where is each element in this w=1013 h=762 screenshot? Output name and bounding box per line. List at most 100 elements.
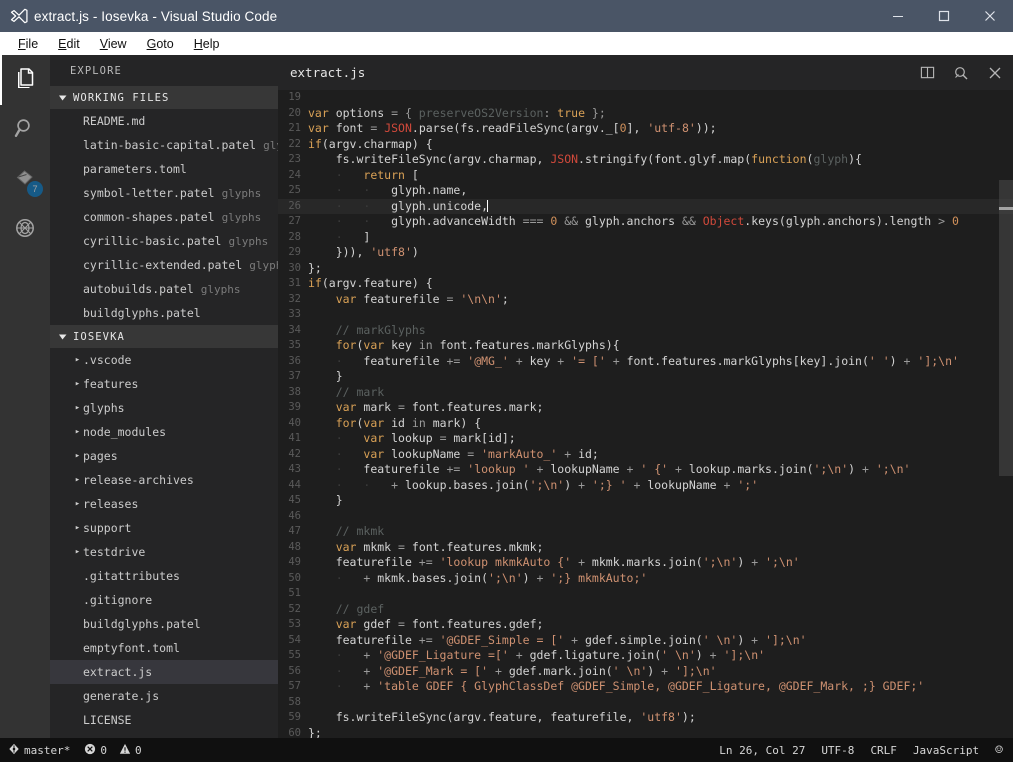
code-line[interactable]: 27 · · glyph.advanceWidth === 0 && glyph…	[278, 214, 1013, 230]
code-line[interactable]: 60};	[278, 726, 1013, 739]
menu-item-file[interactable]: File	[8, 35, 48, 53]
sidebar-item-testdrive[interactable]: ▸testdrive	[50, 540, 278, 564]
status-branch[interactable]: master*	[8, 743, 70, 758]
code-line[interactable]: 23 fs.writeFileSync(argv.charmap, JSON.s…	[278, 152, 1013, 168]
menu-item-edit[interactable]: Edit	[48, 35, 90, 53]
editor-vertical-scrollbar[interactable]	[999, 180, 1013, 476]
token-pln: featurefile	[363, 462, 446, 476]
code-line[interactable]: 43 · featurefile += 'lookup ' + lookupNa…	[278, 462, 1013, 478]
sidebar-item-buildglyphs-patel[interactable]: buildglyphs.patel	[50, 301, 278, 325]
sidebar-item-vscode[interactable]: ▸.vscode	[50, 348, 278, 372]
code-line[interactable]: 59 fs.writeFileSync(argv.feature, featur…	[278, 710, 1013, 726]
code-line[interactable]: 37 }	[278, 369, 1013, 385]
code-line[interactable]: 33	[278, 307, 1013, 323]
toggle-preview-icon[interactable]	[951, 63, 971, 83]
code-line[interactable]: 20var options = { preserveOS2Version: tr…	[278, 106, 1013, 122]
code-line[interactable]: 39 var mark = font.features.mark;	[278, 400, 1013, 416]
sidebar-item-cyrillic-basic-patel[interactable]: cyrillic-basic.patelglyphs	[50, 229, 278, 253]
sidebar-item-latin-basic-capital-patel[interactable]: latin-basic-capital.patelglyphs	[50, 133, 278, 157]
code-line[interactable]: 56 · + '@GDEF_Mark = [' + gdef.mark.join…	[278, 664, 1013, 680]
close-button[interactable]	[967, 0, 1013, 32]
sidebar-item-glyphs[interactable]: ▸glyphs	[50, 396, 278, 420]
code-line[interactable]: 22if(argv.charmap) {	[278, 137, 1013, 153]
status-cursor-position[interactable]: Ln 26, Col 27	[719, 744, 805, 757]
code-line[interactable]: 54 featurefile += '@GDEF_Simple = [' + g…	[278, 633, 1013, 649]
code-line[interactable]: 48 var mkmk = font.features.mkmk;	[278, 540, 1013, 556]
code-line[interactable]: 34 // markGlyphs	[278, 323, 1013, 339]
sidebar-item-release-archives[interactable]: ▸release-archives	[50, 468, 278, 492]
code-line[interactable]: 28 · ]	[278, 230, 1013, 246]
menu-item-help[interactable]: Help	[184, 35, 230, 53]
maximize-button[interactable]	[921, 0, 967, 32]
sidebar-item-gitignore[interactable]: .gitignore	[50, 588, 278, 612]
code-line[interactable]: 32 var featurefile = '\n\n';	[278, 292, 1013, 308]
code-line[interactable]: 55 · + '@GDEF_Ligature =[' + gdef.ligatu…	[278, 648, 1013, 664]
sidebar-item-emptyfont-toml[interactable]: emptyfont.toml	[50, 636, 278, 660]
sidebar-item-node-modules[interactable]: ▸node_modules	[50, 420, 278, 444]
sidebar-item-extract-js[interactable]: extract.js	[50, 660, 278, 684]
code-line[interactable]: 47 // mkmk	[278, 524, 1013, 540]
activity-item-search[interactable]	[0, 105, 50, 155]
code-line[interactable]: 19	[278, 90, 1013, 106]
close-editor-icon[interactable]	[985, 63, 1005, 83]
status-language-mode[interactable]: JavaScript	[913, 744, 979, 757]
code-line[interactable]: 50 · + mkmk.bases.join(';\n') + ';} mkmk…	[278, 571, 1013, 587]
sidebar-item-support[interactable]: ▸support	[50, 516, 278, 540]
code-line[interactable]: 30};	[278, 261, 1013, 277]
smiley-icon[interactable]: ☺	[995, 743, 1003, 758]
code-line[interactable]: 52 // gdef	[278, 602, 1013, 618]
status-encoding[interactable]: UTF-8	[821, 744, 854, 757]
activity-item-debug[interactable]	[0, 205, 50, 255]
sidebar-item-autobuilds-patel[interactable]: autobuilds.patelglyphs	[50, 277, 278, 301]
line-content: · featurefile += 'lookup ' + lookupName …	[308, 462, 1013, 478]
code-line[interactable]: 26 · · glyph.unicode,	[278, 199, 1013, 215]
code-lines[interactable]: 1920var options = { preserveOS2Version: …	[278, 90, 1013, 738]
minimize-button[interactable]	[875, 0, 921, 32]
sidebar-item-symbol-letter-patel[interactable]: symbol-letter.patelglyphs	[50, 181, 278, 205]
code-line[interactable]: 44 · · + lookup.bases.join(';\n') + ';} …	[278, 478, 1013, 494]
sidebar-item-common-shapes-patel[interactable]: common-shapes.patelglyphs	[50, 205, 278, 229]
code-line[interactable]: 35 for(var key in font.features.markGlyp…	[278, 338, 1013, 354]
code-line[interactable]: 25 · · glyph.name,	[278, 183, 1013, 199]
line-number: 29	[278, 245, 308, 261]
code-line[interactable]: 31if(argv.feature) {	[278, 276, 1013, 292]
status-problems[interactable]: 0 0	[84, 743, 141, 758]
sidebar-item-gitattributes[interactable]: .gitattributes	[50, 564, 278, 588]
code-line[interactable]: 49 featurefile += 'lookup mkmkAuto {' + …	[278, 555, 1013, 571]
sidebar-item-pages[interactable]: ▸pages	[50, 444, 278, 468]
sidebar-section-working-files[interactable]: WORKING FILES	[50, 86, 278, 109]
sidebar-item-buildglyphs-patel[interactable]: buildglyphs.patel	[50, 612, 278, 636]
code-line[interactable]: 21var font = JSON.parse(fs.readFileSync(…	[278, 121, 1013, 137]
code-line[interactable]: 42 · var lookupName = 'markAuto_' + id;	[278, 447, 1013, 463]
activity-item-explorer[interactable]	[0, 55, 50, 105]
code-line[interactable]: 36 · featurefile += '@MG_' + key + '= ['…	[278, 354, 1013, 370]
sidebar-item-parameters-toml[interactable]: parameters.toml	[50, 157, 278, 181]
code-line[interactable]: 58	[278, 695, 1013, 711]
token-op: +	[744, 555, 765, 569]
activity-item-source-control[interactable]: 7	[0, 155, 50, 205]
split-editor-icon[interactable]	[917, 63, 937, 83]
sidebar-item-features[interactable]: ▸features	[50, 372, 278, 396]
sidebar-item-releases[interactable]: ▸releases	[50, 492, 278, 516]
sidebar-item-cyrillic-extended-patel[interactable]: cyrillic-extended.patelglyphs	[50, 253, 278, 277]
menu-item-goto[interactable]: Goto	[137, 35, 184, 53]
sidebar-section-iosevka[interactable]: IOSEVKA	[50, 325, 278, 348]
code-line[interactable]: 24 · return [	[278, 168, 1013, 184]
sidebar-item-license[interactable]: LICENSE	[50, 708, 278, 732]
tab-extract-js[interactable]: extract.js	[278, 55, 377, 90]
code-line[interactable]: 51	[278, 586, 1013, 602]
line-number: 57	[278, 679, 308, 695]
code-line[interactable]: 46	[278, 509, 1013, 525]
menu-item-view[interactable]: View	[90, 35, 137, 53]
sidebar-item-readme-md[interactable]: README.md	[50, 109, 278, 133]
code-line[interactable]: 45 }	[278, 493, 1013, 509]
code-line[interactable]: 40 for(var id in mark) {	[278, 416, 1013, 432]
sidebar-item-generate-js[interactable]: generate.js	[50, 684, 278, 708]
code-line[interactable]: 41 · var lookup = mark[id];	[278, 431, 1013, 447]
status-eol[interactable]: CRLF	[870, 744, 897, 757]
code-line[interactable]: 38 // mark	[278, 385, 1013, 401]
code-line[interactable]: 29 })), 'utf8')	[278, 245, 1013, 261]
code-line[interactable]: 57 · + 'table GDEF { GlyphClassDef @GDEF…	[278, 679, 1013, 695]
code-line[interactable]: 53 var gdef = font.features.gdef;	[278, 617, 1013, 633]
code-editor[interactable]: 1920var options = { preserveOS2Version: …	[278, 90, 1013, 738]
